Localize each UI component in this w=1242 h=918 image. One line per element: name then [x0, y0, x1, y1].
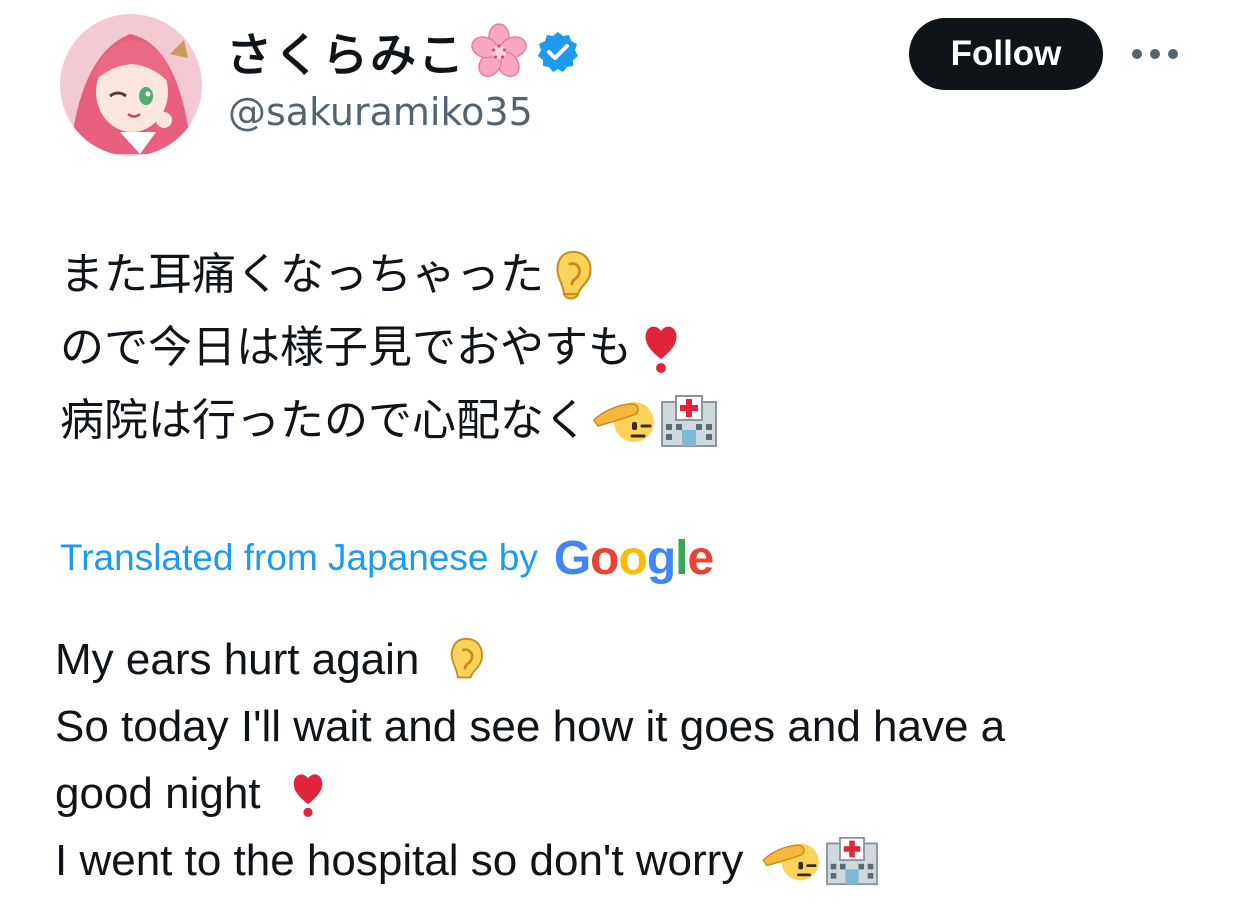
- translated-from-label[interactable]: Translated from Japanese by Google: [60, 528, 714, 588]
- translation-line: My ears hurt again: [55, 626, 1005, 693]
- tweet-line-text: ので今日は様子見でおやすも: [60, 322, 632, 373]
- tweet-line: 病院は行ったので心配なく: [60, 384, 720, 457]
- hospital-emoji: [658, 394, 720, 448]
- tweet-text-original: また耳痛くなっちゃった ので今日は様子見でおやすも 病院は行ったので心配なく: [60, 238, 720, 457]
- follow-button[interactable]: Follow: [909, 18, 1103, 90]
- hospital-emoji: [823, 836, 881, 886]
- translation-line: good night: [55, 760, 1005, 827]
- heavy-exclamation-emoji: [636, 321, 686, 375]
- tweet-text-translation: My ears hurt again So today I'll wait an…: [55, 626, 1005, 894]
- translation-line: So today I'll wait and see how it goes a…: [55, 693, 1005, 760]
- tweet-line: ので今日は様子見でおやすも: [60, 311, 720, 384]
- display-name[interactable]: さくらみこ: [226, 19, 466, 85]
- tweet-line-text: また耳痛くなっちゃった: [60, 249, 544, 300]
- verified-badge-icon[interactable]: [536, 30, 580, 74]
- google-logo: Google: [553, 531, 714, 585]
- avatar[interactable]: [60, 14, 202, 156]
- ear-emoji: [443, 635, 489, 685]
- display-name-row[interactable]: さくらみこ: [226, 22, 580, 82]
- translation-line-text: My ears hurt again: [55, 635, 420, 684]
- cherry-blossom-emoji: [468, 21, 530, 83]
- translation-line-text: I went to the hospital so don't worry: [55, 836, 744, 885]
- more-options-icon[interactable]: [1132, 42, 1178, 66]
- heavy-exclamation-emoji: [285, 769, 331, 819]
- ear-emoji: [548, 248, 598, 302]
- translation-label-text[interactable]: Translated from Japanese by: [60, 537, 538, 579]
- translation-line-text: So today I'll wait and see how it goes a…: [55, 702, 1006, 751]
- saluting-face-emoji: [592, 394, 656, 448]
- tweet-line: また耳痛くなっちゃった: [60, 238, 720, 311]
- translation-line-text: good night: [55, 769, 261, 818]
- tweet-line-text: 病院は行ったので心配なく: [60, 395, 588, 446]
- user-handle[interactable]: @sakuramiko35: [228, 90, 533, 134]
- saluting-face-emoji: [761, 836, 821, 886]
- translation-line: I went to the hospital so don't worry: [55, 827, 1005, 894]
